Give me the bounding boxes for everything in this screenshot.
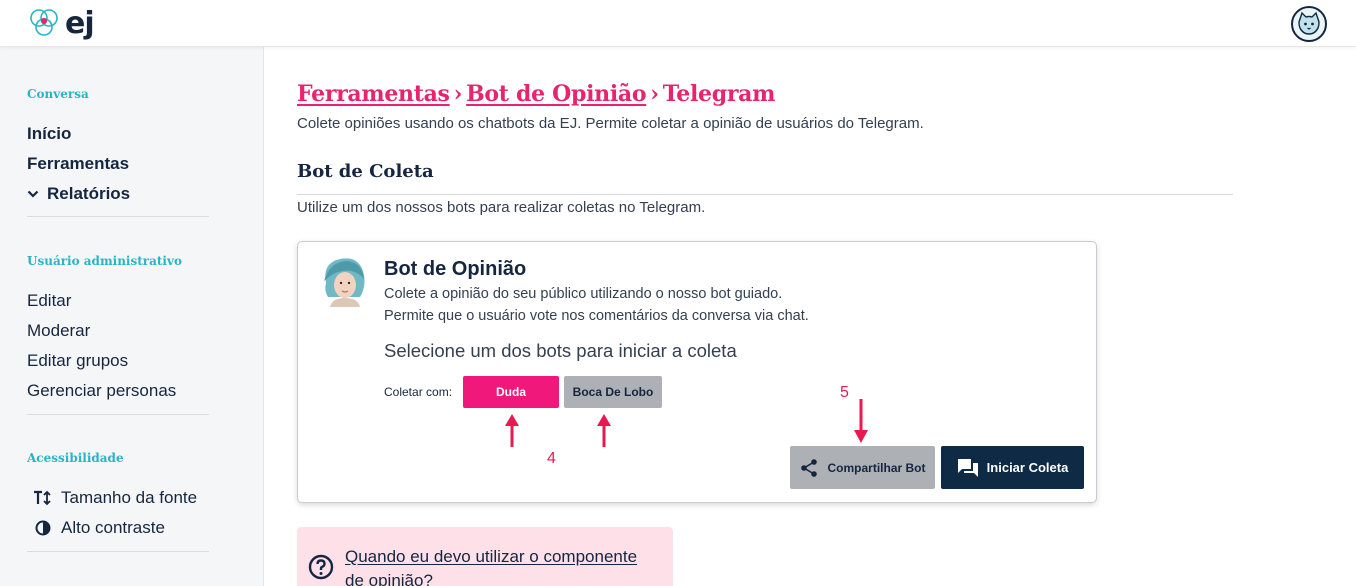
help-icon — [308, 554, 334, 580]
duda-bot-button[interactable]: Duda — [463, 376, 559, 408]
card-description-2: Permite que o usuário vote nos comentári… — [384, 308, 809, 324]
start-collection-label: Iniciar Coleta — [986, 460, 1069, 475]
share-bot-button[interactable]: Compartilhar Bot — [790, 446, 935, 489]
sidebar-item-alto-contraste[interactable]: Alto contraste — [33, 518, 165, 538]
logo-text: ej — [65, 5, 95, 41]
top-bar: ej — [0, 0, 1356, 47]
boca-de-lobo-bot-button[interactable]: Boca De Lobo — [564, 376, 662, 408]
ej-logo[interactable]: ej — [27, 4, 95, 42]
help-link[interactable]: Quando eu devo utilizar o componente de … — [345, 545, 655, 586]
ej-logo-icon — [30, 9, 58, 36]
sidebar-item-tamanho-fonte[interactable]: Tamanho da fonte — [33, 488, 197, 508]
sidebar-section-usuario-admin: Usuário administrativo — [27, 254, 182, 268]
sidebar-item-ferramentas[interactable]: Ferramentas — [27, 154, 129, 174]
sidebar: Conversa Início Ferramentas Relatórios U… — [0, 47, 264, 586]
sidebar-item-gerenciar-personas[interactable]: Gerenciar personas — [27, 381, 176, 401]
cat-avatar-icon — [1298, 11, 1320, 35]
sidebar-item-label: Tamanho da fonte — [61, 488, 198, 507]
sidebar-item-editar[interactable]: Editar — [27, 291, 71, 311]
font-size-icon — [33, 490, 53, 506]
breadcrumb-separator: › — [453, 81, 463, 107]
annotation-arrow-duda — [505, 414, 519, 447]
sidebar-item-label: Alto contraste — [61, 518, 165, 537]
sidebar-item-moderar[interactable]: Moderar — [27, 321, 90, 341]
section-description: Utilize um dos nossos bots para realizar… — [297, 199, 706, 216]
annotation-label-5: 5 — [840, 384, 849, 401]
sidebar-section-acessibilidade: Acessibilidade — [27, 451, 124, 465]
bot-avatar — [324, 258, 365, 307]
breadcrumb-telegram: Telegram — [662, 81, 776, 107]
annotation-arrow-boca — [597, 414, 611, 447]
sidebar-divider — [27, 216, 209, 217]
help-box: Quando eu devo utilizar o componente de … — [297, 527, 673, 586]
sidebar-section-conversa: Conversa — [27, 87, 89, 101]
sidebar-item-editar-grupos[interactable]: Editar grupos — [27, 351, 128, 371]
breadcrumb-separator: › — [650, 81, 659, 107]
share-icon — [801, 458, 818, 477]
card-description-1: Colete a opinião do seu público utilizan… — [384, 286, 783, 302]
annotation-label-4: 4 — [547, 450, 556, 467]
chat-icon — [957, 458, 978, 477]
section-divider — [297, 194, 1233, 195]
collect-with-label: Coletar com: — [384, 385, 453, 399]
breadcrumb-bot-opiniao[interactable]: Bot de Opinião — [466, 81, 646, 107]
card-title: Bot de Opinião — [384, 258, 527, 280]
annotation-arrow-share — [854, 399, 868, 443]
bot-card: Bot de Opinião Colete a opinião do seu p… — [297, 241, 1097, 503]
contrast-icon — [33, 520, 53, 536]
select-bot-text: Selecione um dos bots para iniciar a col… — [384, 340, 737, 361]
sidebar-item-label: Relatórios — [47, 184, 131, 203]
breadcrumb: Ferramentas › Bot de Opinião › Telegram — [297, 81, 775, 107]
page-subtitle: Colete opiniões usando os chatbots da EJ… — [297, 115, 924, 132]
section-title: Bot de Coleta — [297, 161, 434, 182]
start-collection-button[interactable]: Iniciar Coleta — [941, 446, 1084, 489]
chevron-down-icon — [27, 190, 39, 198]
user-avatar[interactable] — [1291, 6, 1327, 42]
sidebar-divider — [27, 414, 209, 415]
sidebar-item-inicio[interactable]: Início — [27, 124, 71, 144]
breadcrumb-ferramentas[interactable]: Ferramentas — [297, 81, 450, 107]
sidebar-divider — [27, 551, 209, 552]
sidebar-item-relatorios[interactable]: Relatórios — [27, 184, 130, 204]
share-bot-label: Compartilhar Bot — [827, 460, 926, 475]
